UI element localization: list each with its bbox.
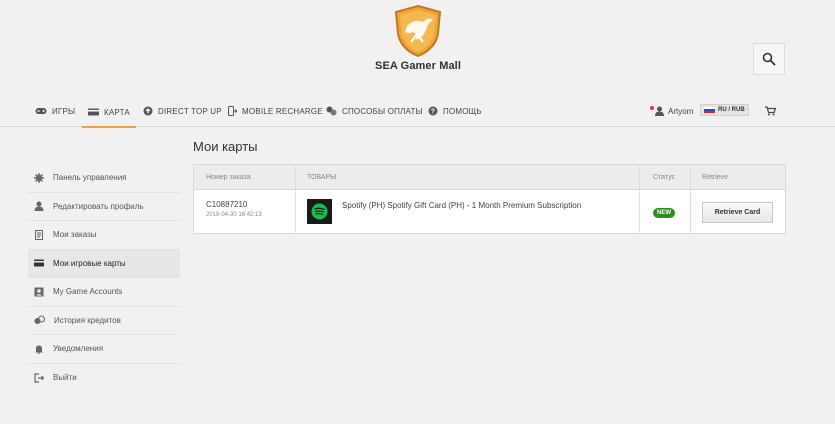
- card-icon: [88, 108, 99, 116]
- table-row: C10887210 2018-04-30 16:42:13 Spotify (P…: [194, 190, 785, 234]
- user-menu[interactable]: Artyom: [655, 96, 693, 126]
- orders-icon: [35, 229, 43, 240]
- column-header-retrieve: Retrieve: [702, 174, 729, 181]
- sidebar-item-game-accounts[interactable]: My Game Accounts: [28, 278, 180, 307]
- sidebar-item-label: Редактировать профиль: [53, 201, 144, 211]
- sidebar-item-label: Мои игровые карты: [53, 258, 126, 268]
- sidebar-item-edit-profile[interactable]: Редактировать профиль: [28, 193, 180, 221]
- nav-mobile-recharge[interactable]: MOBILE RECHARGE: [228, 96, 323, 126]
- status-badge: NEW: [653, 208, 675, 218]
- logout-icon: [34, 373, 44, 383]
- shield-logo-icon: [394, 4, 442, 58]
- search-icon: [762, 52, 776, 66]
- notification-dot: [650, 106, 654, 110]
- mobile-icon: [228, 106, 237, 116]
- bell-icon: [35, 345, 43, 354]
- retrieve-card-button[interactable]: Retrieve Card: [702, 202, 773, 223]
- nav-games[interactable]: ИГРЫ: [35, 96, 75, 126]
- nav-payment-methods-label: СПОСОБЫ ОПЛАТЫ: [342, 106, 423, 116]
- sidebar-item-label: Уведомления: [53, 344, 104, 354]
- spotify-icon: [311, 203, 328, 220]
- logo-text: SEA Gamer Mall: [375, 60, 461, 72]
- sidebar-item-my-game-cards[interactable]: Мои игровые карты: [28, 249, 180, 278]
- nav-cards[interactable]: КАРТА: [82, 96, 136, 128]
- sidebar-item-dashboard[interactable]: Панель управления: [28, 164, 180, 193]
- account-sidebar: Панель управления Редактировать профиль …: [28, 164, 180, 392]
- currency-selector[interactable]: RU / RUB: [700, 104, 749, 116]
- user-icon: [34, 201, 44, 212]
- product-thumbnail: [307, 199, 332, 224]
- sidebar-item-label: Панель управления: [53, 173, 127, 183]
- nav-cards-label: КАРТА: [104, 107, 130, 117]
- search-button[interactable]: [753, 43, 785, 75]
- cart-button[interactable]: [765, 96, 776, 126]
- order-date: 2018-04-30 16:42:13: [206, 212, 262, 218]
- nav-mobile-recharge-label: MOBILE RECHARGE: [242, 106, 323, 116]
- column-header-order: Номер заказа: [206, 174, 251, 181]
- column-divider: [639, 190, 640, 234]
- cards-table: Номер заказа ТОВАРЫ Статус Retrieve C108…: [193, 164, 786, 234]
- accounts-icon: [34, 287, 44, 297]
- nav-payment-methods[interactable]: СПОСОБЫ ОПЛАТЫ: [326, 96, 423, 126]
- sidebar-item-credit-history[interactable]: История кредитов: [28, 307, 180, 335]
- order-id: C10887210: [206, 200, 248, 209]
- topup-icon: [143, 106, 153, 116]
- user-icon: [655, 106, 664, 116]
- user-name: Artyom: [668, 106, 694, 116]
- page-title: Мои карты: [193, 139, 258, 154]
- credits-icon: [34, 315, 45, 325]
- product-name[interactable]: Spotify (PH) Spotify Gift Card (PH) - 1 …: [342, 201, 632, 210]
- card-icon: [34, 259, 44, 267]
- help-icon: ?: [428, 106, 438, 116]
- nav-direct-topup-label: DIRECT TOP UP: [158, 106, 222, 116]
- payment-icon: [326, 106, 337, 116]
- currency-label: RU / RUB: [718, 107, 745, 113]
- sidebar-item-logout[interactable]: Выйти: [28, 364, 180, 393]
- cart-icon: [765, 106, 776, 116]
- svg-text:?: ?: [431, 109, 435, 116]
- russia-flag-icon: [704, 106, 715, 114]
- site-logo[interactable]: SEA Gamer Mall: [366, 4, 470, 84]
- column-divider: [639, 165, 640, 189]
- column-header-goods: ТОВАРЫ: [307, 174, 337, 181]
- column-header-status: Статус: [653, 174, 676, 181]
- column-divider: [690, 190, 691, 234]
- sidebar-item-label: My Game Accounts: [53, 287, 123, 297]
- nav-games-label: ИГРЫ: [52, 106, 76, 116]
- sidebar-item-my-orders[interactable]: Мои заказы: [28, 221, 180, 250]
- sidebar-item-label: Мои заказы: [53, 230, 97, 240]
- sidebar-item-label: История кредитов: [54, 315, 121, 325]
- table-header: Номер заказа ТОВАРЫ Статус Retrieve: [194, 165, 785, 190]
- gear-icon: [34, 172, 44, 183]
- column-divider: [295, 190, 296, 234]
- gamepad-icon: [35, 108, 47, 114]
- sidebar-item-label: Выйти: [53, 373, 77, 383]
- nav-help-label: ПОМОЩЬ: [443, 106, 482, 116]
- order-cell: C10887210 2018-04-30 16:42:13: [206, 200, 262, 218]
- nav-direct-topup[interactable]: DIRECT TOP UP: [143, 96, 222, 126]
- sidebar-item-notifications[interactable]: Уведомления: [28, 335, 180, 364]
- nav-help[interactable]: ? ПОМОЩЬ: [428, 96, 482, 126]
